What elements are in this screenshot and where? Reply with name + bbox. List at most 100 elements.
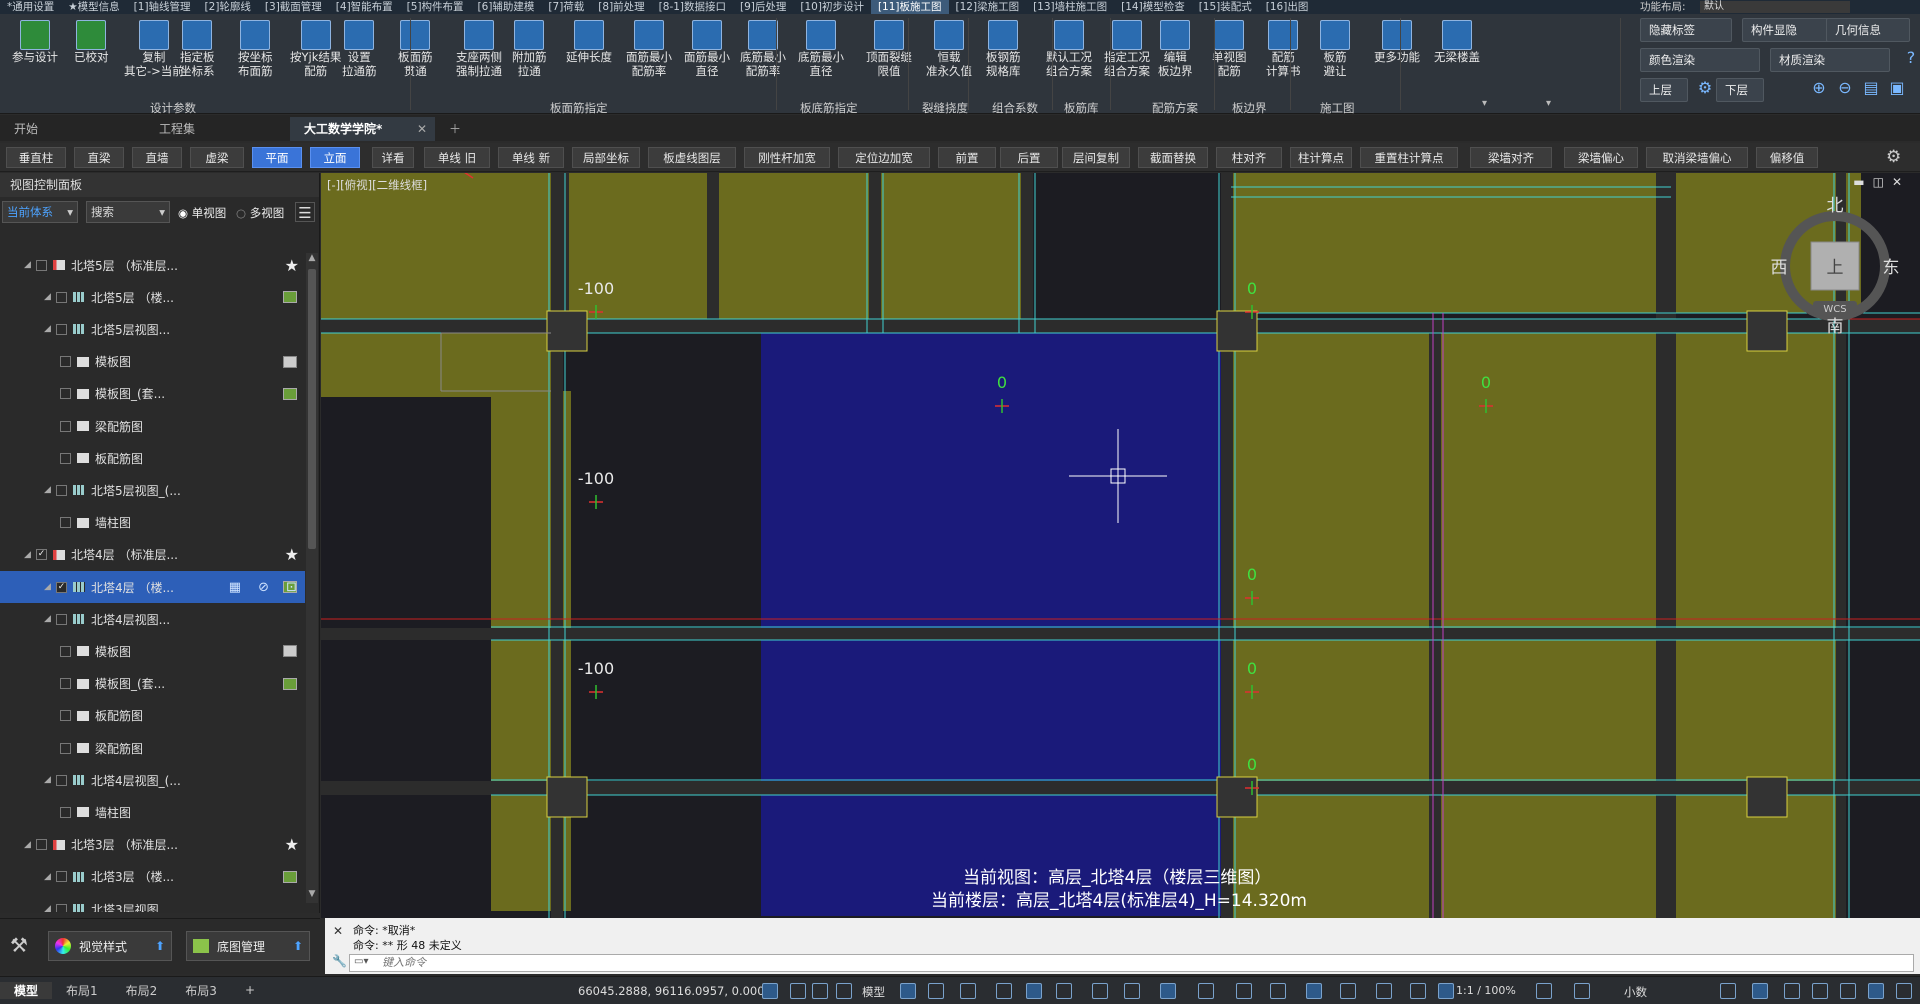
monitor-icon[interactable]: ▣	[1886, 78, 1908, 102]
help-icon[interactable]: ?	[1900, 48, 1920, 72]
tree-item[interactable]: ◢ 北塔5层 （楼...	[0, 281, 305, 313]
save-icon[interactable]	[283, 645, 297, 658]
tree-checkbox[interactable]	[56, 291, 67, 303]
ribbon-button-2[interactable]: 复制 其它->当前	[124, 20, 184, 100]
image-icon[interactable]	[283, 677, 297, 690]
menu-item-15[interactable]: [13]墙柱施工图	[1026, 0, 1114, 14]
ribbon-button-17[interactable]: 板钢筋 规格库	[986, 20, 1021, 100]
ribbon-button-11[interactable]: 面筋最小 配筋率	[626, 20, 672, 100]
tree-checkbox[interactable]	[56, 323, 67, 335]
slab-region[interactable]	[1231, 173, 1671, 313]
drawing-canvas[interactable]: 00-1000000-10000-1000北南东西上WCS [-][俯视][二维…	[321, 173, 1920, 918]
tree-item[interactable]: 板配筋图	[0, 700, 305, 732]
color-render-button[interactable]: 颜色渲染	[1640, 48, 1760, 72]
cmd-button-5[interactable]: 立面	[310, 147, 360, 168]
ribbon-button-6[interactable]: 设置 拉通筋	[342, 20, 377, 100]
tree-item[interactable]: ◢ ✓ 北塔4层 （标准层... ★	[0, 539, 305, 571]
tree-checkbox[interactable]	[56, 774, 67, 786]
status-toggle-icon[interactable]	[836, 983, 852, 999]
expand-arrow-icon[interactable]: ◢	[44, 324, 56, 334]
cmd-button-18[interactable]: 柱计算点	[1290, 147, 1352, 168]
tree-checkbox[interactable]	[60, 645, 71, 657]
expand-arrow-icon[interactable]: ◢	[44, 872, 56, 882]
ribbon-button-22[interactable]: 配筋 计算书	[1266, 20, 1301, 100]
status-toggle-icon[interactable]	[996, 983, 1012, 999]
expand-arrow-icon[interactable]: ◢	[44, 292, 56, 302]
close-icon[interactable]: ✕	[333, 924, 343, 938]
base-map-button[interactable]: 底图管理 ⬆	[186, 931, 310, 961]
floor-down-button[interactable]: 下层	[1716, 78, 1764, 102]
close-icon[interactable]: ✕	[417, 117, 427, 141]
cmd-button-6[interactable]: 详看	[372, 147, 414, 168]
menu-item-11[interactable]: [9]后处理	[733, 0, 793, 14]
cmd-button-4[interactable]: 平面	[252, 147, 302, 168]
cmd-button-13[interactable]: 前置	[938, 147, 996, 168]
column[interactable]	[546, 776, 588, 818]
status-toggle-icon[interactable]	[1160, 983, 1176, 999]
floor-up-button[interactable]: 上层	[1640, 78, 1688, 102]
status-toggle-icon[interactable]	[1236, 983, 1252, 999]
system-select[interactable]: 当前体系 ▾	[2, 201, 78, 223]
image-icon[interactable]	[283, 291, 297, 304]
layout-select[interactable]: 默认	[1700, 1, 1850, 13]
menu-item-3[interactable]: [2]轮廓线	[198, 0, 258, 14]
status-toggle-icon[interactable]	[1056, 983, 1072, 999]
tree-item[interactable]: 墙柱图	[0, 507, 305, 539]
tree-checkbox[interactable]	[60, 678, 71, 690]
menu-item-16[interactable]: [14]模型检查	[1114, 0, 1192, 14]
tree-checkbox[interactable]	[60, 806, 71, 818]
cmd-button-16[interactable]: 截面替换	[1138, 147, 1208, 168]
menu-item-17[interactable]: [15]装配式	[1192, 0, 1259, 14]
tree-checkbox[interactable]	[56, 871, 67, 883]
image-icon[interactable]	[283, 387, 297, 400]
status-toggle-icon[interactable]	[1784, 983, 1800, 999]
menu-item-7[interactable]: [6]辅助建模	[471, 0, 542, 14]
cmd-button-7[interactable]: 单线 旧	[424, 147, 490, 168]
tree-item[interactable]: 模板图	[0, 346, 305, 378]
hide-icon[interactable]: ⊘	[258, 580, 269, 595]
scroll-down-icon[interactable]: ▼	[306, 889, 318, 903]
new-tab-button[interactable]: ＋	[435, 117, 475, 141]
tree-item[interactable]: ◢ 北塔3层视图...	[0, 893, 305, 912]
tree-item[interactable]: 墙柱图	[0, 796, 305, 828]
beam[interactable]	[1656, 173, 1676, 918]
status-toggle-icon[interactable]	[1840, 983, 1856, 999]
tree-item[interactable]: ◢ 北塔4层视图_(...	[0, 764, 305, 796]
cmd-button-1[interactable]: 直梁	[74, 147, 124, 168]
column[interactable]	[1746, 776, 1788, 818]
cad-drawing[interactable]: 00-1000000-10000-1000北南东西上WCS	[321, 173, 1920, 918]
tree-checkbox[interactable]	[56, 613, 67, 625]
save-icon[interactable]	[283, 355, 297, 368]
cmd-button-0[interactable]: 垂直柱	[6, 147, 66, 168]
status-toggle-icon[interactable]	[1124, 983, 1140, 999]
tree-checkbox[interactable]	[36, 839, 47, 851]
image-icon[interactable]	[283, 870, 297, 883]
status-toggle-icon[interactable]	[1752, 983, 1768, 999]
tree-item[interactable]: 板配筋图	[0, 442, 305, 474]
status-toggle-icon[interactable]	[1092, 983, 1108, 999]
chevron-down-icon[interactable]: ▾	[1482, 98, 1487, 109]
expand-arrow-icon[interactable]: ◢	[44, 614, 56, 624]
gear-icon[interactable]: ⚙	[1694, 78, 1716, 102]
ribbon-button-3[interactable]: 指定板 坐标系	[180, 20, 215, 100]
ribbon-button-12[interactable]: 面筋最小 直径	[684, 20, 730, 100]
status-toggle-icon[interactable]	[1410, 983, 1426, 999]
tree-checkbox[interactable]	[60, 710, 71, 722]
slab-region[interactable]	[321, 173, 559, 319]
cmd-button-23[interactable]: 偏移值	[1756, 147, 1818, 168]
beam[interactable]	[869, 173, 881, 333]
tree-item[interactable]: 模板图_(套...	[0, 378, 305, 410]
select-icon[interactable]: ▦	[229, 580, 241, 595]
ribbon-button-4[interactable]: 按坐标 布面筋	[238, 20, 273, 100]
status-toggle-icon[interactable]	[1438, 983, 1454, 999]
menu-item-2[interactable]: [1]轴线管理	[127, 0, 198, 14]
minimize-icon[interactable]: ▬	[1853, 175, 1872, 189]
multi-view-radio[interactable]: ○ 多视图	[236, 205, 284, 221]
status-toggle-icon[interactable]	[1896, 983, 1912, 999]
ribbon-button-24[interactable]: 更多功能	[1374, 20, 1420, 100]
status-toggle-icon[interactable]	[1868, 983, 1884, 999]
tree-scrollbar[interactable]: ▲ ▼	[306, 253, 318, 903]
tree-item[interactable]: 梁配筋图	[0, 410, 305, 442]
gear-icon[interactable]: ⚙	[1886, 147, 1906, 167]
expand-arrow-icon[interactable]: ◢	[44, 582, 56, 592]
